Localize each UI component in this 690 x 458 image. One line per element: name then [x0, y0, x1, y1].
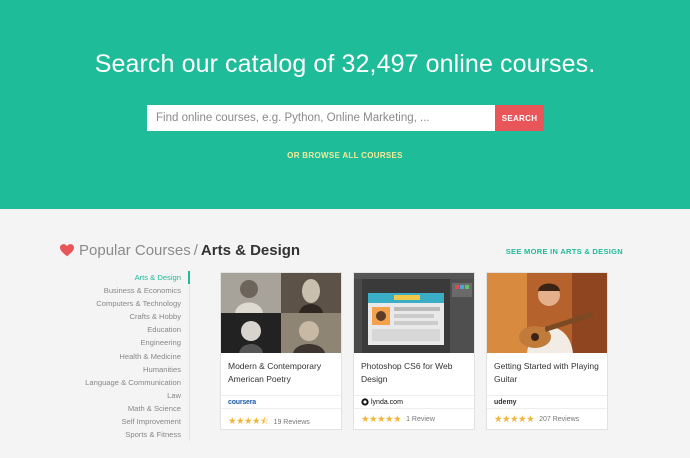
provider-logo: lynda.com	[361, 398, 403, 406]
section-category-title: Arts & Design	[200, 241, 301, 259]
provider-logo: coursera	[228, 398, 256, 406]
category-law[interactable]: Law	[60, 389, 189, 402]
review-count[interactable]: 1 Review	[406, 416, 435, 423]
lynda-icon	[361, 398, 369, 406]
category-business-economics[interactable]: Business & Economics	[60, 284, 189, 297]
category-language-communication[interactable]: Language & Communication	[60, 376, 189, 389]
category-sports-fitness[interactable]: Sports & Fitness	[60, 428, 189, 441]
category-humanities[interactable]: Humanities	[60, 363, 189, 376]
review-count[interactable]: 207 Reviews	[539, 416, 579, 423]
rating-row: ★★★★★ 1 Review	[361, 414, 435, 425]
search-bar: SEARCH	[147, 105, 544, 131]
section-heading: Popular Courses / Arts & Design	[60, 240, 300, 260]
provider-logo: udemy	[494, 398, 517, 406]
course-title[interactable]: Getting Started with Playing Guitar	[494, 360, 604, 385]
heart-icon	[60, 243, 74, 256]
review-count[interactable]: 19 Reviews	[274, 419, 310, 426]
rating-row: ★★★★⯪ 19 Reviews	[228, 414, 310, 430]
section-separator: /	[193, 241, 198, 259]
category-education[interactable]: Education	[60, 323, 189, 336]
provider-name: lynda.com	[371, 398, 403, 406]
course-thumbnail[interactable]	[487, 273, 607, 353]
hero-title: Search our catalog of 32,497 online cour…	[94, 50, 596, 78]
provider-row: udemy	[487, 395, 607, 409]
provider-row: coursera	[221, 395, 341, 409]
course-title[interactable]: Modern & Contemporary American Poetry	[228, 360, 338, 385]
provider-row: lynda.com	[354, 395, 474, 409]
rating-stars: ★★★★⯪	[228, 416, 269, 427]
browse-all-courses-link[interactable]: OR BROWSE ALL COURSES	[0, 151, 690, 160]
course-card[interactable]: Photoshop CS6 for Web Design lynda.com ★…	[353, 272, 475, 430]
hero-banner: Search our catalog of 32,497 online cour…	[0, 0, 690, 209]
course-card[interactable]: Getting Started with Playing Guitar udem…	[486, 272, 608, 430]
course-title[interactable]: Photoshop CS6 for Web Design	[361, 360, 471, 385]
search-input[interactable]	[147, 105, 495, 131]
rating-stars: ★★★★★	[494, 414, 535, 425]
course-card[interactable]: Modern & Contemporary American Poetry co…	[220, 272, 342, 430]
see-more-link[interactable]: SEE MORE IN ARTS & DESIGN	[506, 247, 623, 256]
category-computers-technology[interactable]: Computers & Technology	[60, 297, 189, 310]
category-crafts-hobby[interactable]: Crafts & Hobby	[60, 310, 189, 323]
course-thumbnail[interactable]	[354, 273, 474, 353]
category-health-medicine[interactable]: Health & Medicine	[60, 350, 189, 363]
section-title-prefix: Popular Courses	[79, 241, 191, 259]
active-category-indicator	[188, 271, 190, 284]
category-list: Arts & Design Business & Economics Compu…	[60, 271, 190, 442]
category-arts-design[interactable]: Arts & Design	[60, 271, 189, 284]
rating-stars: ★★★★★	[361, 414, 402, 425]
course-thumbnail[interactable]	[221, 273, 341, 353]
category-self-improvement[interactable]: Self Improvement	[60, 415, 189, 428]
category-engineering[interactable]: Engineering	[60, 336, 189, 349]
search-button[interactable]: SEARCH	[495, 105, 544, 131]
rating-row: ★★★★★ 207 Reviews	[494, 414, 579, 425]
category-math-science[interactable]: Math & Science	[60, 402, 189, 415]
